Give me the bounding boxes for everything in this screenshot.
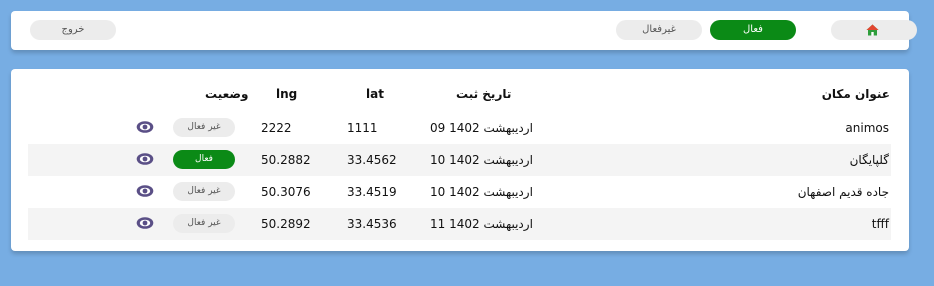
header-lat: lat [366,87,384,101]
locations-table: عنوان مکان تاریخ ثبت lat lng وضعیت animo… [11,69,909,251]
status-toggle[interactable]: غیر فعال [173,214,235,233]
location-title: گلپایگان [849,153,889,167]
logout-button[interactable]: خروج [30,20,116,40]
filter-active-button[interactable]: فعال [710,20,796,40]
registration-date: 10 اردیبهشت 1402 [430,153,533,167]
table-row: جاده قدیم اصفهان 10 اردیبهشت 1402 33.451… [28,176,891,208]
status-toggle[interactable]: غیر فعال [173,182,235,201]
filter-inactive-button[interactable]: غیرفعال [616,20,702,40]
location-title: جاده قدیم اصفهان [797,185,889,199]
lat-value: 33.4562 [347,153,397,167]
eye-icon[interactable] [136,184,154,198]
eye-icon[interactable] [136,152,154,166]
registration-date: 11 اردیبهشت 1402 [430,217,533,231]
top-nav-bar: فعال غیرفعال خروج [11,11,917,50]
lat-value: 1111 [347,121,378,135]
lat-value: 33.4519 [347,185,397,199]
status-toggle[interactable]: فعال [173,150,235,169]
lng-value: 50.2882 [261,153,311,167]
table-row: گلپایگان 10 اردیبهشت 1402 33.4562 50.288… [28,144,891,176]
home-button[interactable] [831,20,917,40]
header-title: عنوان مکان [821,87,890,101]
registration-date: 10 اردیبهشت 1402 [430,185,533,199]
lng-value: 2222 [261,121,292,135]
header-lng: lng [276,87,298,101]
location-title: animos [845,121,889,135]
lng-value: 50.2892 [261,217,311,231]
location-title: tfff [871,217,889,231]
header-date: تاریخ ثبت [456,87,512,101]
table-row: tfff 11 اردیبهشت 1402 33.4536 50.2892 غی… [28,208,891,240]
lat-value: 33.4536 [347,217,397,231]
status-toggle[interactable]: غیر فعال [173,118,235,137]
table-row: animos 09 اردیبهشت 1402 1111 2222 غیر فع… [28,112,891,144]
registration-date: 09 اردیبهشت 1402 [430,121,533,135]
eye-icon[interactable] [136,216,154,230]
eye-icon[interactable] [136,120,154,134]
home-icon [866,24,879,36]
header-status: وضعیت [205,87,249,101]
lng-value: 50.3076 [261,185,311,199]
